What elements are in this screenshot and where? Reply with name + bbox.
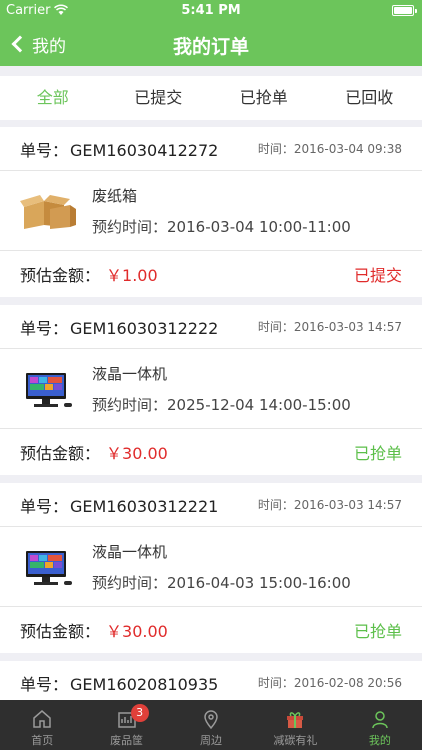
tab-grabbed[interactable]: 已抢单 <box>211 76 317 120</box>
appointment-label: 预约时间： <box>92 217 168 236</box>
appointment-value: 2016-03-04 10:00-11:00 <box>167 217 351 236</box>
tabbar-nearby[interactable]: 周边 <box>169 700 253 750</box>
appointment-time: 预约时间：2025-12-04 14:00-15:00 <box>92 394 351 415</box>
order-number-value: GEM16030312221 <box>70 496 219 516</box>
estimate: 预估金额： ￥30.00 <box>20 618 168 642</box>
tabbar-home[interactable]: 首页 <box>0 700 84 750</box>
order-header: 单号： GEM16030312221 时间：2016-03-03 14:57 <box>0 483 422 527</box>
order-number-label: 单号： <box>20 318 69 338</box>
tabbar-label: 周边 <box>200 734 223 747</box>
order-body: 液晶一体机 预约时间：2016-04-03 15:00-16:00 <box>0 527 422 607</box>
basket-count-badge: 3 <box>130 704 149 722</box>
battery-icon <box>392 5 417 16</box>
order-number-label: 单号： <box>20 496 69 516</box>
order-time: 时间：2016-02-08 20:56 <box>258 674 402 691</box>
appointment-label: 预约时间： <box>92 395 168 414</box>
item-name: 液晶一体机 <box>92 364 168 383</box>
order-list: 单号： GEM16030412272 时间：2016-03-04 09:38 废纸… <box>0 127 422 729</box>
status-badge: 已提交 <box>353 266 402 285</box>
order-time-value: 2016-03-03 14:57 <box>293 498 402 512</box>
order-number-label: 单号： <box>20 674 69 694</box>
order-filter-tabs: 全部 已提交 已抢单 已回收 <box>0 76 422 120</box>
order-body: 废纸箱 预约时间：2016-03-04 10:00-11:00 <box>0 171 422 251</box>
order-time-label: 时间： <box>257 142 294 156</box>
bottom-tab-bar: 首页 3 废品筐 周边 减碳有礼 我的 <box>0 700 422 750</box>
tabbar-mine[interactable]: 我的 <box>338 700 422 750</box>
tabbar-gifts[interactable]: 减碳有礼 <box>253 700 337 750</box>
order-number-value: GEM16020810935 <box>70 674 219 694</box>
order-time-value: 2016-03-04 09:38 <box>293 142 402 156</box>
item-name: 废纸箱 <box>92 186 138 205</box>
estimate-label: 预估金额： <box>20 266 101 285</box>
item-name: 液晶一体机 <box>92 542 168 561</box>
order-number-value: GEM16030312222 <box>70 318 219 338</box>
appointment-value: 2025-12-04 14:00-15:00 <box>167 395 351 414</box>
order-number: 单号： GEM16030312222 <box>20 315 218 339</box>
tab-all[interactable]: 全部 <box>0 76 106 120</box>
page-title: 我的订单 <box>172 36 249 58</box>
order-number-value: GEM16030412272 <box>70 140 219 160</box>
order-time-label: 时间： <box>257 498 294 512</box>
order-header: 单号： GEM16030412272 时间：2016-03-04 09:38 <box>0 127 422 171</box>
order-card[interactable]: 单号： GEM16030312222 时间：2016-03-03 14:57 液晶… <box>0 305 422 475</box>
gift-icon <box>287 712 304 728</box>
order-footer: 预估金额： ￥1.00 已提交 <box>0 251 422 297</box>
order-number: 单号： GEM16030312221 <box>20 493 218 517</box>
clock: 5:41 PM <box>181 3 241 18</box>
order-time: 时间：2016-03-03 14:57 <box>258 318 402 335</box>
estimate-label: 预估金额： <box>20 622 101 641</box>
estimate-label: 预估金额： <box>20 444 101 463</box>
tabbar-label: 废品筐 <box>110 734 144 747</box>
location-pin-icon <box>204 710 218 730</box>
order-time-label: 时间： <box>257 676 294 690</box>
order-header: 单号： GEM16030312222 时间：2016-03-03 14:57 <box>0 305 422 349</box>
order-time-label: 时间： <box>257 320 294 334</box>
estimate-amount: ￥1.00 <box>106 266 158 285</box>
tabbar-basket[interactable]: 3 废品筐 <box>84 700 168 750</box>
order-number: 单号： GEM16020810935 <box>20 671 218 695</box>
order-time-value: 2016-03-03 14:57 <box>293 320 402 334</box>
person-icon <box>372 711 388 729</box>
tabbar-label: 首页 <box>31 734 54 747</box>
tabbar-label: 我的 <box>368 734 391 747</box>
order-card[interactable]: 单号： GEM16030412272 时间：2016-03-04 09:38 废纸… <box>0 127 422 297</box>
cardboard-box-icon <box>20 194 76 229</box>
appointment-time: 预约时间：2016-04-03 15:00-16:00 <box>92 572 351 593</box>
status-bar: Carrier 5:41 PM <box>0 0 422 22</box>
status-badge: 已抢单 <box>353 444 402 463</box>
order-number: 单号： GEM16030412272 <box>20 137 218 161</box>
appointment-time: 预约时间：2016-03-04 10:00-11:00 <box>92 216 351 237</box>
order-footer: 预估金额： ￥30.00 已抢单 <box>0 607 422 653</box>
order-time-value: 2016-02-08 20:56 <box>293 676 402 690</box>
appointment-label: 预约时间： <box>92 573 168 592</box>
all-in-one-pc-icon <box>26 550 72 585</box>
order-time: 时间：2016-03-04 09:38 <box>258 140 402 157</box>
estimate: 预估金额： ￥1.00 <box>20 262 158 286</box>
home-icon <box>33 710 51 728</box>
estimate-amount: ￥30.00 <box>106 444 168 463</box>
tab-recycled[interactable]: 已回收 <box>317 76 422 120</box>
tabbar-label: 减碳有礼 <box>273 734 318 747</box>
tab-submitted[interactable]: 已提交 <box>106 76 212 120</box>
order-footer: 预估金额： ￥30.00 已抢单 <box>0 429 422 475</box>
estimate-amount: ￥30.00 <box>106 622 168 641</box>
order-header: 单号： GEM16020810935 时间：2016-02-08 20:56 <box>0 661 422 705</box>
order-number-label: 单号： <box>20 140 69 160</box>
status-badge: 已抢单 <box>353 622 402 641</box>
nav-bar: 我的 我的订单 <box>0 22 422 66</box>
estimate: 预估金额： ￥30.00 <box>20 440 168 464</box>
order-card[interactable]: 单号： GEM16030312221 时间：2016-03-03 14:57 液晶… <box>0 483 422 653</box>
all-in-one-pc-icon <box>26 372 72 407</box>
order-time: 时间：2016-03-03 14:57 <box>258 496 402 513</box>
appointment-value: 2016-04-03 15:00-16:00 <box>167 573 351 592</box>
order-body: 液晶一体机 预约时间：2025-12-04 14:00-15:00 <box>0 349 422 429</box>
